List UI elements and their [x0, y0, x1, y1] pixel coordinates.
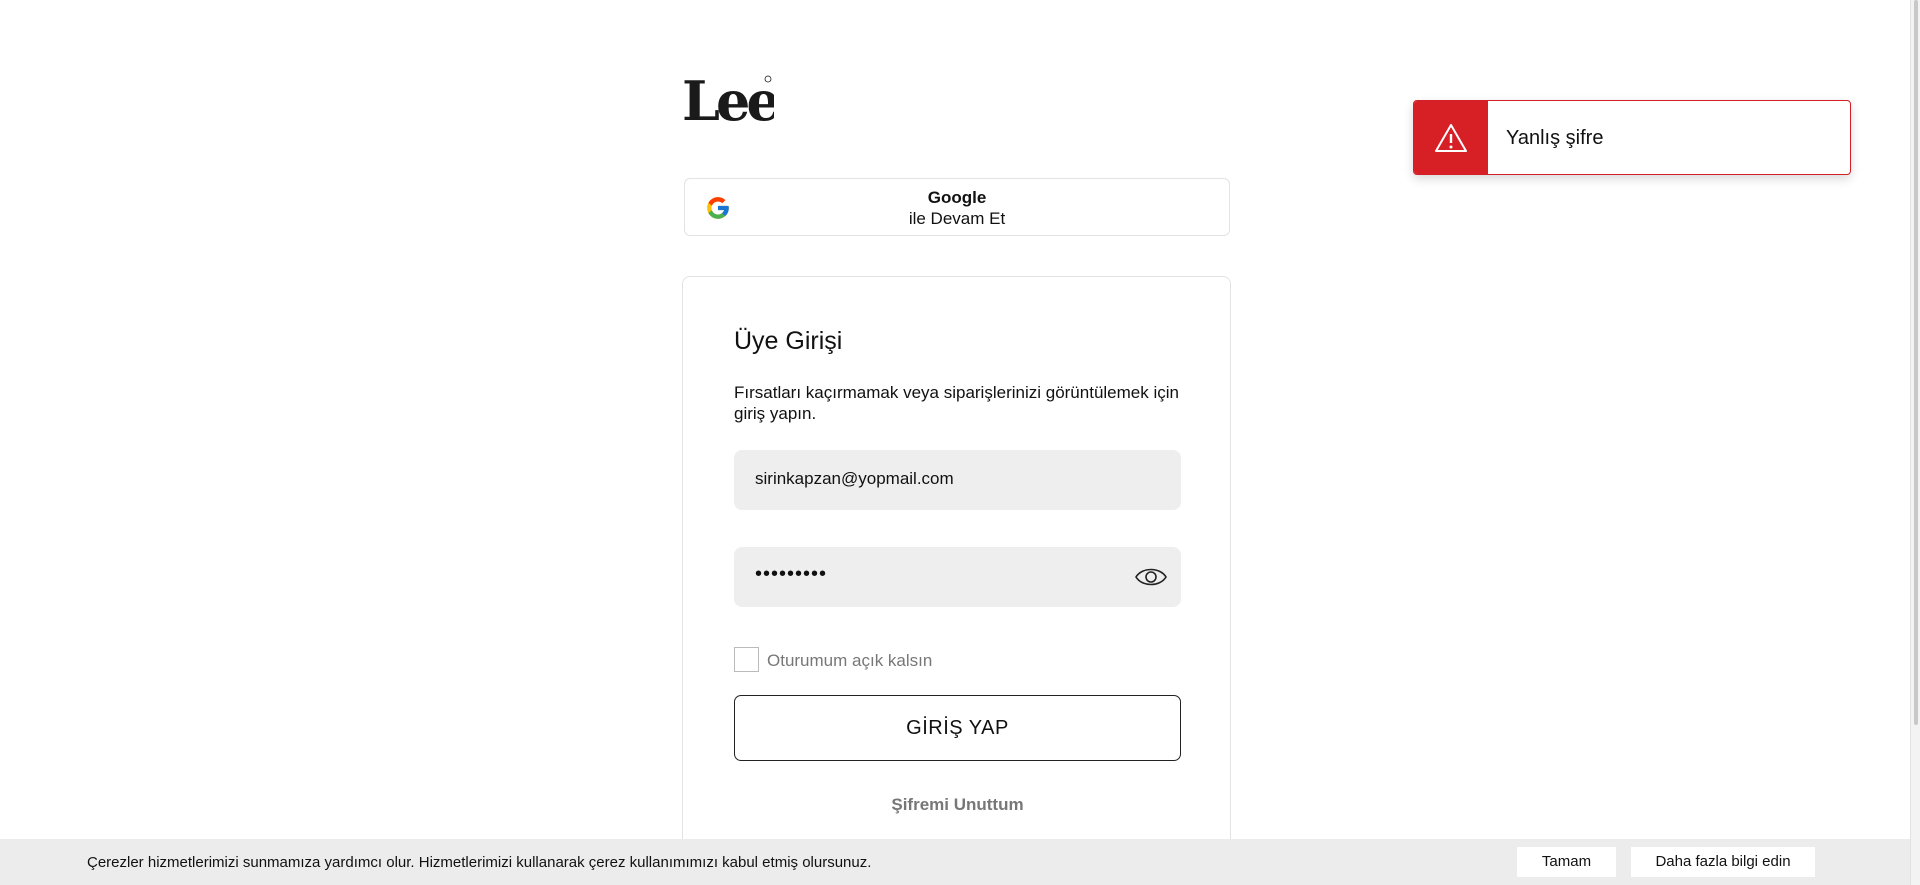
google-button-title: Google — [927, 188, 987, 207]
svg-text:Lee: Lee — [682, 70, 774, 130]
email-value: sirinkapzan@yopmail.com — [755, 469, 954, 488]
toast-accent — [1414, 101, 1488, 174]
password-value: ••••••••• — [755, 563, 828, 585]
remember-checkbox[interactable] — [734, 647, 759, 672]
warning-icon — [1435, 124, 1467, 152]
cookie-more-info-button[interactable]: Daha fazla bilgi edin — [1631, 847, 1815, 877]
cookie-text: Çerezler hizmetlerimizi sunmamıza yardım… — [87, 854, 872, 871]
login-button[interactable]: GİRİŞ YAP — [734, 695, 1181, 761]
password-field[interactable]: ••••••••• — [734, 547, 1181, 607]
login-page: Lee Google ile Devam Et Üye Girişi Fırsa… — [0, 0, 1920, 885]
login-title: Üye Girişi — [734, 327, 843, 355]
eye-icon[interactable] — [1135, 565, 1167, 589]
google-login-button[interactable]: Google ile Devam Et — [684, 178, 1230, 236]
cookie-banner: Çerezler hizmetlerimizi sunmamıza yardım… — [0, 839, 1910, 885]
remember-label: Oturumum açık kalsın — [767, 651, 933, 670]
forgot-password-link[interactable]: Şifremi Unuttum — [683, 795, 1232, 815]
error-toast: Yanlış şifre — [1413, 100, 1851, 175]
login-card: Üye Girişi Fırsatları kaçırmamak veya si… — [682, 276, 1231, 885]
scrollbar-thumb[interactable] — [1914, 0, 1918, 725]
login-description: Fırsatları kaçırmamak veya siparişlerini… — [734, 383, 1179, 423]
lee-logo[interactable]: Lee — [682, 70, 774, 130]
cookie-accept-button[interactable]: Tamam — [1517, 847, 1616, 877]
toast-message: Yanlış şifre — [1506, 127, 1604, 149]
page-scrollbar[interactable] — [1910, 0, 1920, 885]
email-field[interactable]: sirinkapzan@yopmail.com — [734, 450, 1181, 510]
google-button-text: Google ile Devam Et — [685, 187, 1229, 229]
google-button-subtitle: ile Devam Et — [908, 209, 1006, 228]
